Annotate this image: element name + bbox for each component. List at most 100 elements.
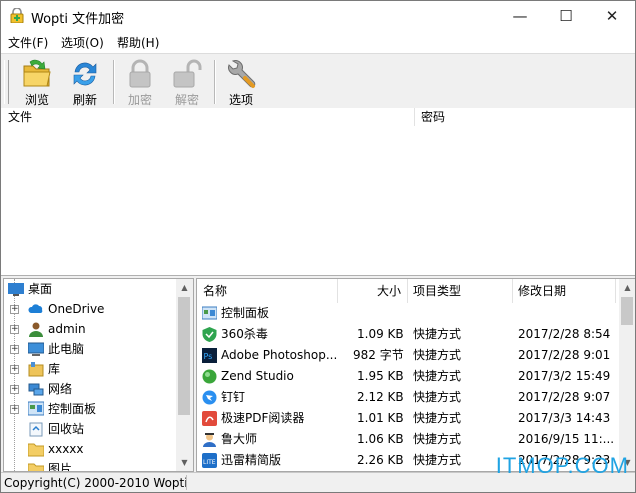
item-size: 2.26 KB [357,453,404,467]
list-scrollbar[interactable]: ▲ ▼ [619,279,635,471]
column-divider[interactable] [615,279,616,303]
column-divider[interactable] [407,279,408,303]
tree-item-label: admin [48,322,86,336]
list-item[interactable]: Ps Adobe Photoshop... 982 字节 快捷方式 2017/2… [197,345,617,366]
menu-help[interactable]: 帮助(H) [117,34,159,51]
zend-icon [202,369,217,384]
item-type: 快捷方式 [413,390,462,404]
item-type: 快捷方式 [413,327,462,341]
maximize-button[interactable]: ☐ [543,1,589,31]
item-size: 1.95 KB [357,369,404,383]
tree-item-onedrive[interactable]: + OneDrive [4,299,176,319]
column-header-file[interactable]: 文件 [8,108,32,126]
item-name: 迅雷精简版 [221,453,282,467]
tree-item-admin[interactable]: + admin [4,319,176,339]
title-bar[interactable]: Wopti 文件加密 — ☐ ✕ [1,1,635,31]
column-divider[interactable] [414,108,415,126]
tree-item-label: 控制面板 [48,402,97,416]
minimize-button[interactable]: — [497,1,543,31]
tree-item-network[interactable]: + 网络 [4,379,176,399]
expand-plus-icon[interactable]: + [10,365,19,374]
tree-item-label: 桌面 [28,282,53,296]
menu-options[interactable]: 选项(O) [61,34,104,51]
decrypt-button[interactable]: 解密 [165,56,209,107]
item-modified: 2017/2/28 9:01 [518,348,611,362]
encrypt-button[interactable]: 加密 [118,56,162,107]
close-button[interactable]: ✕ [589,1,635,31]
toolbar-grip[interactable] [4,60,9,104]
copyright-text: Copyright(C) 2000-2010 Wopti [4,476,188,490]
tree-item-recycle-bin[interactable]: 回收站 [4,419,176,439]
column-header-modified[interactable]: 修改日期 [518,279,566,303]
tree-item-label: 此电脑 [48,342,85,356]
refresh-button[interactable]: 刷新 [63,56,107,107]
toolbar-separator [214,60,216,104]
expand-plus-icon[interactable]: + [10,405,19,414]
item-name: 360杀毒 [221,327,268,341]
tree-item-control-panel[interactable]: + 控制面板 [4,399,176,419]
expand-plus-icon[interactable]: + [10,325,19,334]
column-header-name[interactable]: 名称 [203,279,227,303]
tree-item-this-pc[interactable]: + 此电脑 [4,339,176,359]
expand-plus-icon[interactable]: + [10,305,19,314]
expand-plus-icon[interactable]: + [10,345,19,354]
browse-button[interactable]: 浏览 [15,56,59,107]
tree-item-label: 回收站 [48,422,85,436]
list-item[interactable]: 360杀毒 1.09 KB 快捷方式 2017/2/28 8:54 [197,324,617,345]
scroll-up-arrow-icon[interactable]: ▲ [619,279,635,296]
cloud-icon [28,304,43,313]
expand-plus-icon[interactable]: + [10,385,19,394]
tree-item-label: xxxxx [48,442,84,456]
xunlei-icon: LITE [202,453,217,468]
maximize-icon: ☐ [559,7,573,25]
item-name: 鲁大师 [221,432,258,446]
item-size: 2.12 KB [357,390,404,404]
tree-item-label: 图片 [48,462,73,472]
tree-item-label: OneDrive [48,302,105,316]
recycle-bin-icon [29,422,43,437]
column-divider[interactable] [512,279,513,303]
menu-file[interactable]: 文件(F) [8,34,48,51]
item-modified: 2017/3/2 15:49 [518,369,611,383]
tree-scrollbar[interactable]: ▲ ▼ [176,279,193,471]
photoshop-icon: Ps [202,348,217,363]
svg-text:LITE: LITE [203,459,216,466]
tree-item-label: 网络 [48,382,73,396]
folder-tree[interactable]: 桌面 + OneDrive + admin + 此电脑 + 库 + 网络 + 控… [3,278,194,472]
column-header-size[interactable]: 大小 [377,279,401,303]
refresh-label: 刷新 [72,93,97,107]
scroll-up-arrow-icon[interactable]: ▲ [176,279,193,296]
column-header-password[interactable]: 密码 [421,108,445,126]
list-item[interactable]: Zend Studio 1.95 KB 快捷方式 2017/3/2 15:49 [197,366,617,387]
network-icon [28,383,44,396]
folder-open-icon [23,59,51,87]
item-type: 快捷方式 [413,453,462,467]
control-panel-icon [202,306,217,320]
list-item[interactable]: 钉钉 2.12 KB 快捷方式 2017/2/28 9:07 [197,387,617,408]
list-item[interactable]: 极速PDF阅读器 1.01 KB 快捷方式 2017/3/3 14:43 [197,408,617,429]
explorer-list[interactable]: 名称 大小 项目类型 修改日期 控制面板 360杀毒 1.09 KB 快捷方式 … [196,278,635,472]
column-divider[interactable] [337,279,338,303]
list-item[interactable]: 控制面板 [197,303,617,324]
tree-item-pictures[interactable]: 图片 [4,459,176,472]
tree-item-desktop[interactable]: 桌面 [4,279,176,299]
item-size: 1.01 KB [357,411,404,425]
item-name: 控制面板 [221,306,270,320]
scroll-thumb[interactable] [621,297,633,325]
toolbar-separator [113,60,115,104]
encrypt-file-list[interactable]: 文件 密码 [1,108,635,276]
tree-item-library[interactable]: + 库 [4,359,176,379]
browse-label: 浏览 [24,93,49,107]
list-item[interactable]: 鲁大师 1.06 KB 快捷方式 2016/9/15 11:... [197,429,617,450]
tree-item-folder[interactable]: xxxxx [4,439,176,459]
column-header-type[interactable]: 项目类型 [413,279,461,303]
unlock-icon [173,59,202,88]
control-panel-icon [28,401,44,416]
scroll-thumb[interactable] [178,297,190,415]
library-icon [28,362,44,377]
folder-icon [28,463,44,471]
toolbar: 浏览 刷新 加密 解密 选项 [1,53,635,109]
scroll-down-arrow-icon[interactable]: ▼ [176,454,193,471]
item-modified: 2017/2/28 8:54 [518,327,611,341]
options-button[interactable]: 选项 [219,56,263,107]
